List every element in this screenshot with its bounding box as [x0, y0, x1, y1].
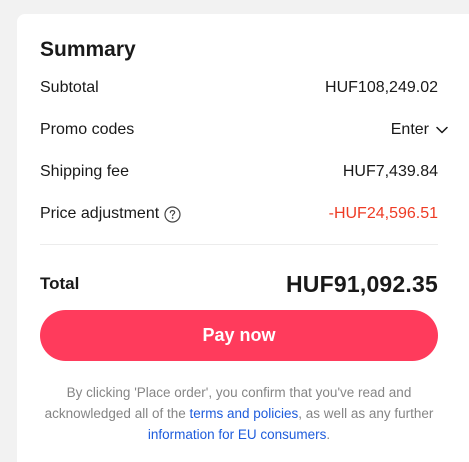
subtotal-value: HUF108,249.02: [325, 79, 438, 96]
summary-title: Summary: [40, 38, 136, 61]
promo-code-enter-toggle[interactable]: Enter: [391, 121, 448, 139]
legal-notice: By clicking 'Place order', you confirm t…: [40, 382, 438, 445]
price-adjustment-label-group: Price adjustment: [40, 205, 181, 223]
terms-and-policies-link[interactable]: terms and policies: [189, 406, 298, 421]
summary-divider: [40, 244, 438, 245]
question-circle-icon[interactable]: [164, 205, 181, 223]
legal-text-2: , as well as any further: [298, 406, 434, 421]
promo-codes-label: Promo codes: [40, 121, 135, 138]
price-adjustment-row: Price adjustment -HUF24,596.51: [40, 202, 438, 226]
subtotal-label: Subtotal: [40, 79, 99, 96]
order-summary-card: Summary Subtotal HUF108,249.02 Promo cod…: [17, 14, 469, 462]
total-row: Total HUF91,092.35: [40, 269, 438, 299]
promo-codes-row: Promo codes Enter: [40, 118, 448, 142]
total-value: HUF91,092.35: [286, 270, 438, 297]
pay-now-button[interactable]: Pay now: [40, 310, 438, 361]
total-label: Total: [40, 274, 80, 293]
eu-consumer-info-link[interactable]: information for EU consumers: [148, 427, 327, 442]
price-adjustment-value: -HUF24,596.51: [328, 205, 438, 222]
legal-text-3: .: [326, 427, 331, 442]
shipping-fee-value: HUF7,439.84: [342, 163, 438, 180]
promo-enter-label: Enter: [390, 121, 429, 138]
shipping-fee-label: Shipping fee: [40, 163, 129, 180]
chevron-down-icon: [436, 121, 448, 139]
shipping-fee-row: Shipping fee HUF7,439.84: [40, 160, 438, 184]
subtotal-row: Subtotal HUF108,249.02: [40, 76, 438, 100]
price-adjustment-label: Price adjustment: [40, 205, 160, 222]
